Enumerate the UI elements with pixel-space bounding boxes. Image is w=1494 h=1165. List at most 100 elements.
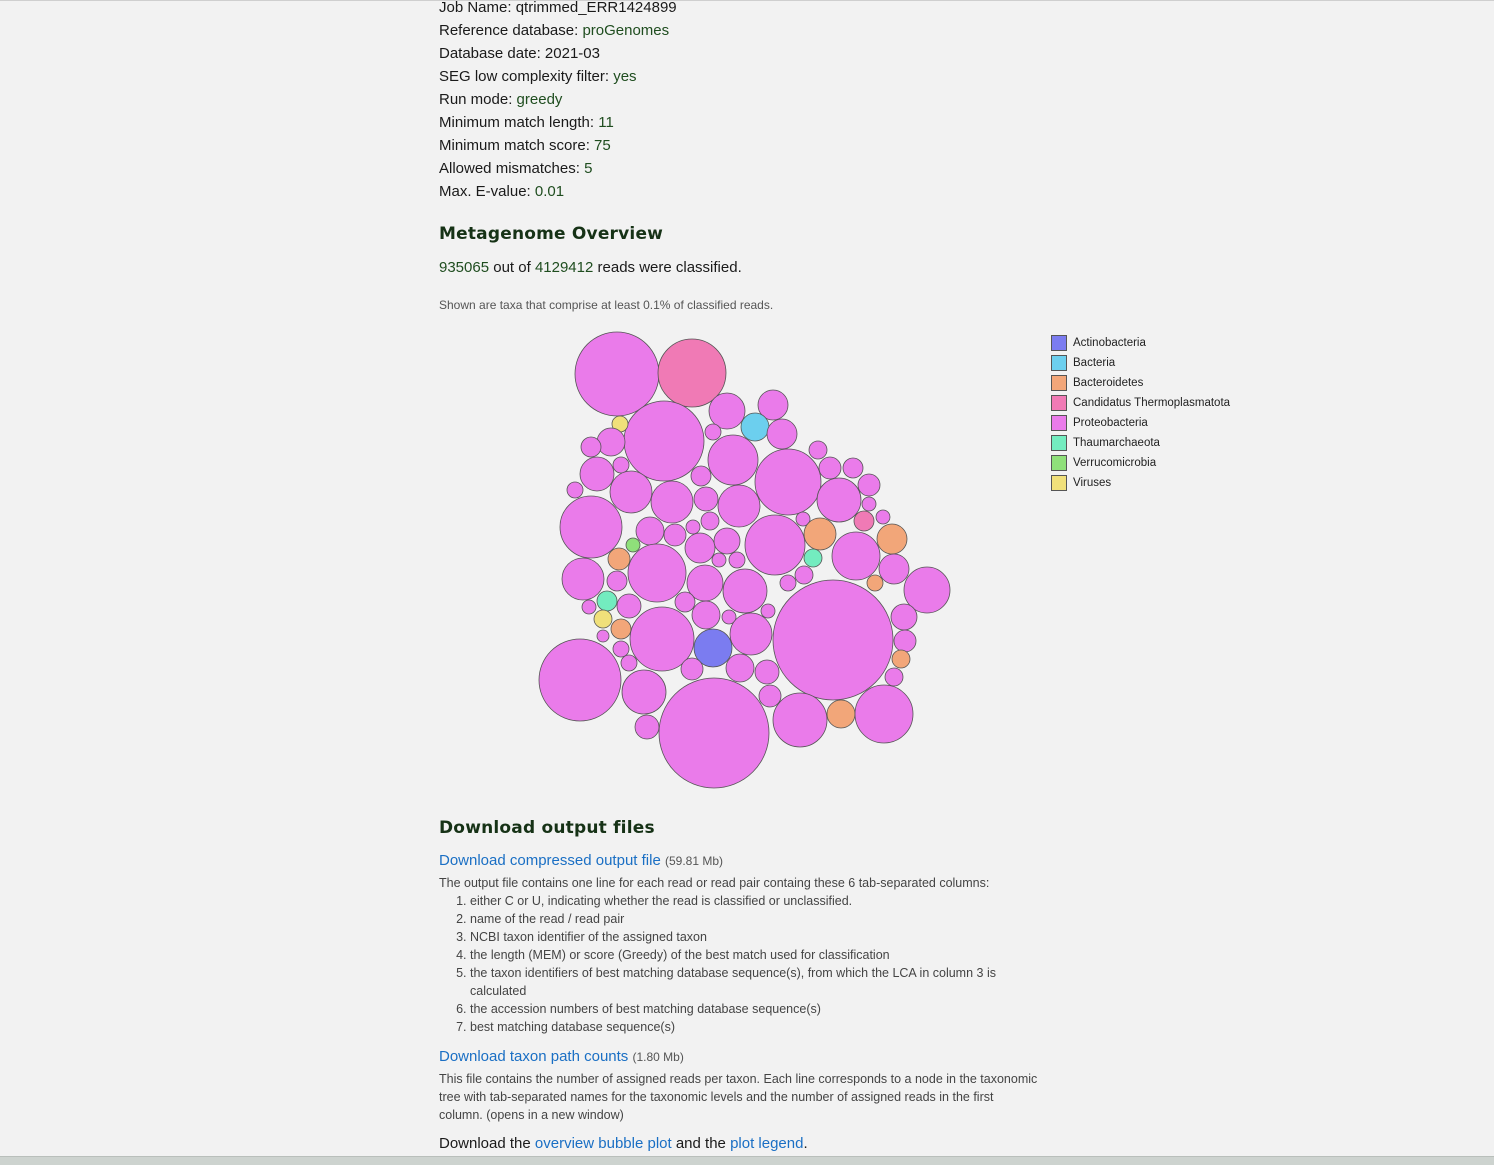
bubble-proteobacteria[interactable] [884, 667, 904, 687]
bubble-proteobacteria[interactable] [878, 553, 910, 585]
bubble-proteobacteria[interactable] [579, 456, 615, 492]
bubble-proteobacteria[interactable] [711, 552, 727, 568]
bubble-proteobacteria[interactable] [725, 653, 755, 683]
bubble-proteobacteria[interactable] [754, 659, 780, 685]
bubble-proteobacteria[interactable] [596, 427, 626, 457]
bubble-proteobacteria[interactable] [818, 456, 842, 480]
bubble-proteobacteria[interactable] [685, 519, 701, 535]
legend-item: Candidatus Thermoplasmatota [1051, 393, 1230, 413]
bubble-proteobacteria[interactable] [635, 516, 665, 546]
bubble-proteobacteria[interactable] [596, 629, 610, 643]
bubble-bacteroidetes[interactable] [826, 699, 856, 729]
bubble-proteobacteria[interactable] [754, 448, 822, 516]
bubble-proteobacteria[interactable] [842, 457, 864, 479]
bubble-proteobacteria[interactable] [772, 579, 894, 701]
bubble-proteobacteria[interactable] [581, 599, 597, 615]
bubble-proteobacteria[interactable] [693, 486, 719, 512]
legend-swatch [1051, 475, 1067, 491]
legend-label: Candidatus Thermoplasmatota [1073, 397, 1231, 409]
bubble-proteobacteria[interactable] [728, 551, 746, 569]
bubble-proteobacteria[interactable] [758, 684, 782, 708]
bubble-proteobacteria[interactable] [658, 677, 770, 789]
legend-swatch [1051, 375, 1067, 391]
bubble-bacteroidetes[interactable] [607, 547, 631, 571]
bubble-proteobacteria[interactable] [831, 531, 881, 581]
bubble-proteobacteria[interactable] [612, 640, 630, 658]
bubble-proteobacteria[interactable] [794, 565, 814, 585]
bubble-proteobacteria[interactable] [580, 436, 602, 458]
legend-item: Viruses [1051, 473, 1230, 493]
bubble-bacteroidetes[interactable] [803, 517, 837, 551]
bubble-proteobacteria[interactable] [663, 523, 687, 547]
bubble-proteobacteria[interactable] [707, 434, 759, 486]
bubble-proteobacteria[interactable] [627, 543, 687, 603]
legend-label: Verrucomicrobia [1073, 457, 1157, 469]
bubble-proteobacteria[interactable] [708, 392, 746, 430]
bubble-verrucomicrobia[interactable] [625, 537, 641, 553]
bubble-proteobacteria[interactable] [717, 484, 761, 528]
bubble-proteobacteria[interactable] [700, 511, 720, 531]
bubble-thaumarchaeota[interactable] [803, 548, 823, 568]
bubble-proteobacteria[interactable] [574, 331, 660, 417]
legend-item: Verrucomicrobia [1051, 453, 1230, 473]
bubble-proteobacteria[interactable] [650, 480, 694, 524]
legend-item: Bacteria [1051, 353, 1230, 373]
bubble-proteobacteria[interactable] [691, 600, 721, 630]
bubble-bacteroidetes[interactable] [876, 523, 908, 555]
bubble-proteobacteria[interactable] [854, 684, 914, 744]
bubble-proteobacteria[interactable] [612, 456, 630, 474]
legend-label: Thaumarchaeota [1073, 437, 1160, 449]
bubble-proteobacteria[interactable] [890, 603, 918, 631]
bubble-bacteroidetes[interactable] [610, 618, 632, 640]
bubble-proteobacteria[interactable] [538, 638, 622, 722]
bubble-proteobacteria[interactable] [729, 612, 773, 656]
bubble-proteobacteria[interactable] [620, 654, 638, 672]
bubble-proteobacteria[interactable] [893, 629, 917, 653]
legend-label: Viruses [1073, 477, 1112, 489]
bubble-proteobacteria[interactable] [704, 423, 722, 441]
bubble-proteobacteria[interactable] [760, 603, 776, 619]
bubble-proteobacteria[interactable] [766, 418, 798, 450]
legend-swatch [1051, 455, 1067, 471]
legend-item: Thaumarchaeota [1051, 433, 1230, 453]
bubble-proteobacteria[interactable] [875, 509, 891, 525]
bubble-proteobacteria[interactable] [713, 527, 741, 555]
bubble-proteobacteria[interactable] [722, 568, 768, 614]
bubble-proteobacteria[interactable] [623, 400, 705, 482]
bubble-proteobacteria[interactable] [779, 574, 797, 592]
bubble-proteobacteria[interactable] [559, 495, 623, 559]
legend-label: Bacteria [1073, 357, 1116, 369]
bubble-viruses[interactable] [593, 609, 613, 629]
bubble-proteobacteria[interactable] [680, 657, 704, 681]
bubble-proteobacteria[interactable] [744, 514, 806, 576]
bubble-proteobacteria[interactable] [634, 714, 660, 740]
legend-item: Proteobacteria [1051, 413, 1230, 433]
bubble-proteobacteria[interactable] [566, 481, 584, 499]
bubble-plot[interactable] [0, 0, 1494, 1164]
bubble-proteobacteria[interactable] [684, 532, 716, 564]
legend-swatch [1051, 415, 1067, 431]
bubble-thaumarchaeota[interactable] [596, 590, 618, 612]
bubble-proteobacteria[interactable] [561, 557, 605, 601]
legend-swatch [1051, 395, 1067, 411]
bubble-bacteria[interactable] [740, 412, 770, 442]
bubble-proteobacteria[interactable] [861, 496, 877, 512]
bubble-proteobacteria[interactable] [606, 570, 628, 592]
bubble-proteobacteria[interactable] [690, 465, 712, 487]
bubble-proteobacteria[interactable] [621, 669, 667, 715]
bubble-proteobacteria[interactable] [674, 591, 696, 613]
bubble-candidatus-thermoplasmatota[interactable] [853, 510, 875, 532]
legend-label: Bacteroidetes [1073, 377, 1144, 389]
legend-label: Proteobacteria [1073, 417, 1148, 429]
bubble-proteobacteria[interactable] [616, 593, 642, 619]
bubble-proteobacteria[interactable] [857, 473, 881, 497]
legend-item: Bacteroidetes [1051, 373, 1230, 393]
bubble-bacteroidetes[interactable] [866, 574, 884, 592]
bubble-proteobacteria[interactable] [772, 692, 828, 748]
plot-legend: Actinobacteria Bacteria Bacteroidetes Candi… [1051, 333, 1230, 493]
bubble-proteobacteria[interactable] [808, 440, 828, 460]
bubble-bacteroidetes[interactable] [891, 649, 911, 669]
bubble-proteobacteria[interactable] [609, 470, 653, 514]
legend-label: Actinobacteria [1073, 337, 1146, 349]
bubble-proteobacteria[interactable] [816, 477, 862, 523]
